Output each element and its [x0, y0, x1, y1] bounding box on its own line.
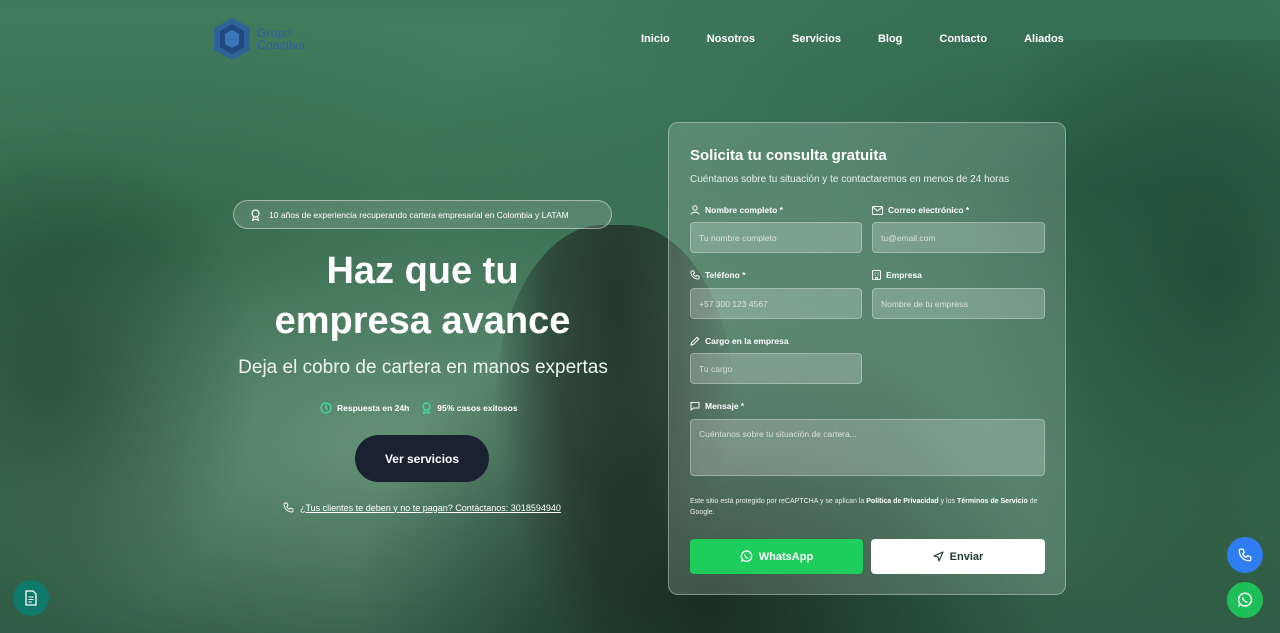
- hero-contact-line[interactable]: ¿Tus clientes te deben y no te pagan? Co…: [283, 502, 561, 513]
- phone-label-text: Teléfono *: [705, 270, 746, 280]
- phone-icon: [690, 270, 700, 280]
- email-input[interactable]: [872, 222, 1045, 253]
- mail-icon: [872, 205, 883, 215]
- document-fab[interactable]: [13, 580, 49, 616]
- whatsapp-fab[interactable]: [1227, 582, 1263, 618]
- logo[interactable]: Grupo Coactiva: [211, 16, 305, 62]
- company-input[interactable]: [872, 288, 1045, 319]
- privacy-policy-link[interactable]: Política de Privacidad: [866, 498, 938, 505]
- stat-response-time: Respuesta en 24h: [320, 402, 409, 414]
- recaptcha-text-mid: y los: [938, 498, 957, 505]
- pencil-icon: [690, 336, 700, 346]
- nav-item-blog[interactable]: Blog: [878, 33, 902, 45]
- message-icon: [690, 402, 700, 411]
- form-title: Solicita tu consulta gratuita: [690, 147, 887, 164]
- stat-success-rate-label: 95% casos exitosos: [437, 403, 518, 413]
- stat-response-time-label: Respuesta en 24h: [337, 403, 410, 413]
- send-button[interactable]: Enviar: [871, 539, 1045, 574]
- view-services-button[interactable]: Ver servicios: [355, 435, 489, 482]
- whatsapp-button[interactable]: WhatsApp: [690, 539, 863, 574]
- whatsapp-icon: [1237, 592, 1253, 607]
- send-button-label: Enviar: [949, 550, 984, 563]
- email-label: Correo electrónico *: [872, 205, 969, 215]
- send-icon: [933, 551, 944, 562]
- message-label: Mensaje *: [690, 401, 744, 411]
- message-label-text: Mensaje *: [705, 401, 745, 411]
- stat-success-rate: 95% casos exitosos: [421, 402, 518, 414]
- hero-title: Haz que tu empresa avance: [233, 246, 612, 346]
- award-icon: [251, 208, 260, 221]
- experience-badge: 10 años de experiencia recuperando carte…: [233, 200, 612, 229]
- nav-item-contacto[interactable]: Contacto: [939, 33, 987, 45]
- hero-title-line2: empresa avance: [274, 300, 571, 342]
- user-icon: [690, 205, 700, 215]
- building-icon: [872, 270, 881, 280]
- nav-item-aliados[interactable]: Aliados: [1024, 33, 1064, 45]
- document-icon: [25, 590, 37, 606]
- phone-icon: [1238, 548, 1252, 562]
- role-input[interactable]: [690, 353, 862, 384]
- phone-fab[interactable]: [1227, 537, 1263, 573]
- nav-item-inicio[interactable]: Inicio: [641, 33, 670, 45]
- company-label: Empresa: [872, 270, 922, 280]
- recaptcha-notice: Este sitio está protegido por reCAPTCHA …: [690, 496, 1040, 518]
- form-subtitle: Cuéntanos sobre tu situación y te contac…: [690, 174, 1010, 185]
- role-label-text: Cargo en la empresa: [705, 336, 789, 346]
- nav-item-nosotros[interactable]: Nosotros: [707, 33, 755, 45]
- name-input[interactable]: [690, 222, 862, 253]
- phone-label: Teléfono *: [690, 270, 745, 280]
- logo-text: Grupo Coactiva: [257, 27, 305, 51]
- recaptcha-text-pre: Este sitio está protegido por reCAPTCHA …: [690, 498, 867, 505]
- phone-icon: [283, 502, 294, 513]
- hero-subtitle: Deja el cobro de cartera en manos expert…: [238, 357, 608, 378]
- award-icon: [422, 402, 431, 414]
- nav-item-servicios[interactable]: Servicios: [792, 33, 841, 45]
- logo-line2: Coactiva: [257, 38, 306, 52]
- role-label: Cargo en la empresa: [690, 336, 789, 346]
- phone-input[interactable]: [690, 288, 862, 319]
- company-label-text: Empresa: [886, 270, 922, 280]
- message-textarea[interactable]: [690, 419, 1045, 476]
- contact-phone-link[interactable]: ¿Tus clientes te deben y no te pagan? Co…: [300, 503, 561, 513]
- name-label-text: Nombre completo *: [705, 205, 783, 215]
- main-nav: Inicio Nosotros Servicios Blog Contacto …: [641, 33, 1064, 45]
- email-label-text: Correo electrónico *: [888, 205, 970, 215]
- logo-cube-icon: [214, 18, 250, 60]
- clock-icon: [320, 402, 332, 414]
- hero-title-line1: Haz que tu: [326, 250, 519, 292]
- hero-stats: Respuesta en 24h 95% casos exitosos: [320, 402, 518, 414]
- name-label: Nombre completo *: [690, 205, 783, 215]
- experience-badge-text: 10 años de experiencia recuperando carte…: [269, 209, 569, 220]
- whatsapp-button-label: WhatsApp: [758, 550, 814, 563]
- terms-of-service-link[interactable]: Términos de Servicio: [957, 498, 1028, 505]
- whatsapp-icon: [740, 550, 753, 563]
- consultation-form-card: Solicita tu consulta gratuita Cuéntanos …: [668, 122, 1066, 595]
